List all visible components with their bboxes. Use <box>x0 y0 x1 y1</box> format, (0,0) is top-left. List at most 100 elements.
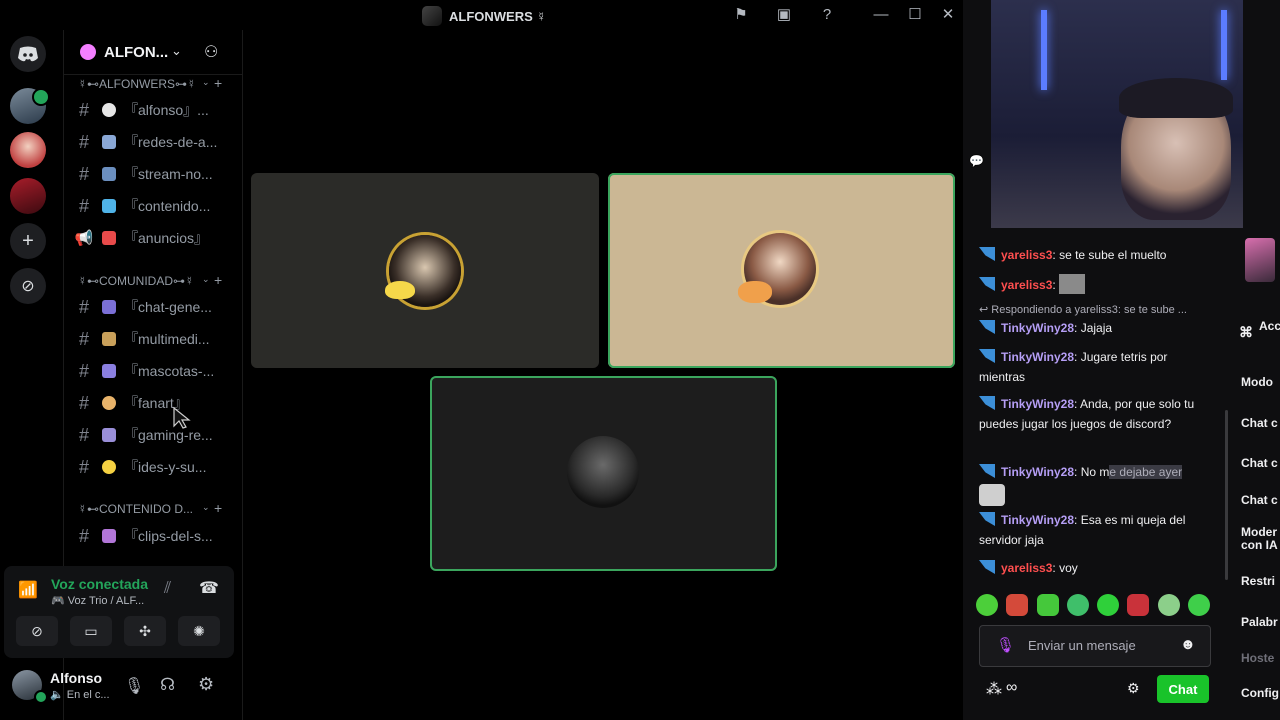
add-channel-icon[interactable]: + <box>214 272 222 288</box>
emote-icon[interactable] <box>1127 594 1150 616</box>
menu-item[interactable]: Chat c <box>1241 493 1278 507</box>
emote-icon[interactable] <box>1036 594 1059 616</box>
category-label: ☿⊷COMUNIDAD⊶☿ <box>78 274 194 288</box>
chat-separator: : <box>1074 350 1078 364</box>
call-tile-participant-3[interactable] <box>430 376 777 571</box>
chat-username[interactable]: yareliss3 <box>1001 561 1052 575</box>
hash-icon: # <box>78 195 89 216</box>
flag-icon[interactable]: ⚑ <box>732 6 750 24</box>
chevron-down-icon: ⌄ <box>202 502 210 512</box>
emote-icon[interactable] <box>1157 594 1180 616</box>
chat-scrollbar[interactable] <box>1225 410 1228 580</box>
category-contenido[interactable]: ☿⊷CONTENIDO D... ⌄ + <box>78 500 228 516</box>
voice-status[interactable]: Voz conectada <box>51 576 148 592</box>
microphone-icon[interactable]: 🎙 <box>996 636 1015 654</box>
channel-fanart[interactable]: # 『fanart』 <box>72 389 232 417</box>
hash-icon: # <box>78 456 89 477</box>
webcam-feed <box>991 0 1243 228</box>
channel-alfonso[interactable]: # 『alfonso』... <box>72 96 232 124</box>
menu-item[interactable]: Palabr <box>1241 615 1278 629</box>
chat-username[interactable]: TinkyWiny28 <box>1001 350 1074 364</box>
clapper-icon <box>102 529 116 543</box>
emote-icon[interactable] <box>1006 594 1029 616</box>
channel-anuncios[interactable]: 📢 『anuncios』 <box>72 224 232 252</box>
discord-home-button[interactable] <box>10 36 46 72</box>
server-icon-3[interactable] <box>10 178 46 214</box>
channel-contenido[interactable]: # 『contenido... <box>72 192 232 220</box>
chat-username[interactable]: TinkyWiny28 <box>1001 465 1074 479</box>
chat-username[interactable]: TinkyWiny28 <box>1001 321 1074 335</box>
disconnect-icon[interactable]: ☎ <box>199 578 219 598</box>
explore-button[interactable]: ⊘ <box>10 268 46 304</box>
emote-row <box>976 594 1210 620</box>
server-icon-2[interactable] <box>10 132 46 168</box>
soundboard-button[interactable]: ✺ <box>178 616 220 646</box>
add-channel-icon[interactable]: + <box>214 500 222 516</box>
add-channel-icon[interactable]: + <box>214 75 222 91</box>
help-icon[interactable]: ? <box>818 6 836 24</box>
menu-item[interactable]: Config <box>1241 686 1279 700</box>
menu-item[interactable]: Acc car <box>1259 320 1280 332</box>
chat-message-input[interactable]: 🎙 Enviar un mensaje ☻ <box>979 625 1211 667</box>
camera-off-button[interactable]: ⊘ <box>16 616 58 646</box>
channel-ideas[interactable]: # 『ides-y-su... <box>72 453 232 481</box>
server-header[interactable]: ALFON... ⌄ ⚇ <box>64 30 242 75</box>
voice-channel-name[interactable]: 🎮 Voz Trio / ALF... <box>51 594 144 607</box>
menu-item[interactable]: Modo <box>1241 375 1273 389</box>
category-comunidad[interactable]: ☿⊷COMUNIDAD⊶☿ ⌄ + <box>78 272 228 288</box>
channel-gaming[interactable]: # 『gaming-re... <box>72 421 232 449</box>
menu-item[interactable]: Hoste <box>1241 651 1274 665</box>
activities-button[interactable]: ✣ <box>124 616 166 646</box>
chat-username[interactable]: TinkyWiny28 <box>1001 513 1074 527</box>
menu-item[interactable]: Restri <box>1241 574 1275 588</box>
menu-item[interactable]: Moder con IA <box>1241 526 1280 552</box>
emote-icon[interactable] <box>1066 594 1089 616</box>
channel-label: 『multimedi... <box>124 331 210 347</box>
user-status: 🔈 En el c... <box>50 689 110 701</box>
chat-username[interactable]: yareliss3 <box>1001 278 1052 292</box>
emote-icon[interactable] <box>976 594 998 616</box>
hash-icon: # <box>78 392 89 413</box>
chat-username[interactable]: TinkyWiny28 <box>1001 397 1074 411</box>
channel-stream[interactable]: # 『stream-no... <box>72 160 232 188</box>
mouse-cursor-icon <box>173 406 191 429</box>
maximize-icon[interactable]: ☐ <box>906 6 924 24</box>
noise-suppression-icon[interactable]: ⫽ <box>164 580 171 598</box>
emote-icon[interactable] <box>1187 594 1210 616</box>
chat-send-button[interactable]: Chat <box>1157 675 1209 703</box>
bar-chart-icon <box>102 135 116 149</box>
channel-clips[interactable]: # 『clips-del-s... <box>72 522 232 550</box>
headphones-icon[interactable]: ☊ <box>160 675 175 695</box>
inbox-icon[interactable]: ▣ <box>775 6 793 24</box>
hash-icon: # <box>78 424 89 445</box>
infinity-icon[interactable]: ∞ <box>1006 679 1017 697</box>
bits-icon[interactable]: ⁂ <box>986 679 1002 699</box>
channel-multimedia[interactable]: # 『multimedi... <box>72 325 232 353</box>
channel-chat-general[interactable]: # 『chat-gene... <box>72 293 232 321</box>
close-icon[interactable]: ✕ <box>939 6 957 24</box>
hash-icon: # <box>78 328 89 349</box>
channel-redes[interactable]: # 『redes-de-a... <box>72 128 232 156</box>
chat-separator: : <box>1074 321 1078 335</box>
emoji-icon[interactable]: ☻ <box>1180 636 1196 653</box>
signal-icon[interactable]: 📶 <box>18 580 38 600</box>
category-alfonwers[interactable]: ☿⊷ALFONWERS⊶☿ ⌄ + <box>78 75 228 91</box>
people-icon <box>102 300 116 314</box>
add-server-button[interactable]: + <box>10 223 46 259</box>
chat-message: yareliss3: se te sube el muelto <box>979 245 1205 265</box>
emote-icon[interactable] <box>1097 594 1120 616</box>
chevron-down-icon[interactable]: ⌄ <box>171 43 182 59</box>
call-tile-participant-1[interactable] <box>251 173 599 368</box>
screen-share-button[interactable]: ▭ <box>70 616 112 646</box>
user-name[interactable]: Alfonso <box>50 670 102 686</box>
chat-settings-gear-icon[interactable]: ⚙ <box>1127 680 1140 697</box>
menu-item[interactable]: Chat c <box>1241 456 1278 470</box>
settings-gear-icon[interactable]: ⚙ <box>198 674 214 695</box>
minimize-icon[interactable]: — <box>872 6 890 24</box>
add-user-icon[interactable]: ⚇ <box>204 42 218 62</box>
chat-username[interactable]: yareliss3 <box>1001 248 1052 262</box>
call-tile-participant-2[interactable] <box>608 173 955 368</box>
microphone-icon[interactable]: 🎙 <box>124 676 144 696</box>
channel-mascotas[interactable]: # 『mascotas-... <box>72 357 232 385</box>
menu-item[interactable]: Chat c <box>1241 416 1278 430</box>
